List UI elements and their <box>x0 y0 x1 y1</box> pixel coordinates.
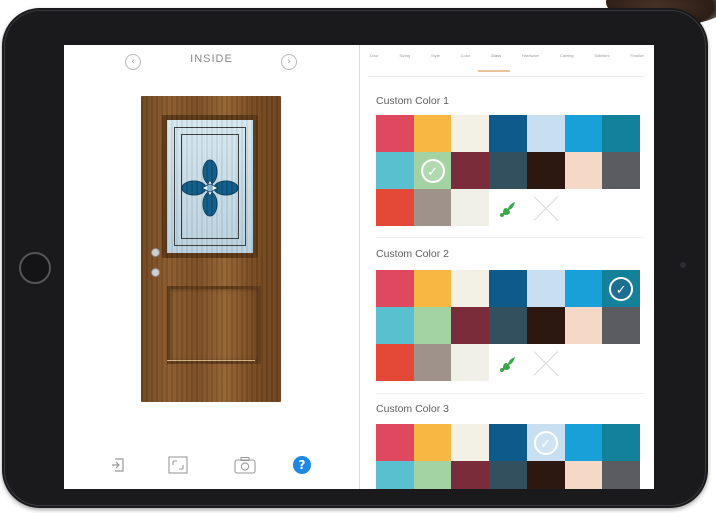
tab-finalize[interactable]: Finalize <box>630 53 644 67</box>
custom-paint-brush-icon[interactable] <box>489 189 527 226</box>
color-swatch[interactable] <box>602 152 640 189</box>
swatch-grid-custom-color-2: ✓ <box>376 270 640 381</box>
tab-hardware[interactable]: Hardware <box>522 53 539 67</box>
door-glass-frame <box>162 115 258 258</box>
no-color-swatch[interactable] <box>526 344 565 381</box>
color-swatch[interactable] <box>526 307 565 344</box>
color-swatch[interactable] <box>413 115 452 152</box>
color-swatch[interactable] <box>413 189 452 226</box>
color-swatch[interactable]: ✓ <box>602 270 640 307</box>
section-divider <box>376 393 644 394</box>
section-divider <box>376 237 644 238</box>
color-swatch[interactable] <box>489 461 527 489</box>
glass-lead-outer <box>174 127 246 246</box>
door-panel-molding <box>167 360 255 361</box>
color-swatch[interactable] <box>489 307 527 344</box>
color-swatch[interactable] <box>451 270 490 307</box>
tab-sizing[interactable]: Sizing <box>399 53 410 67</box>
color-swatch[interactable] <box>602 115 640 152</box>
tabs-divider <box>368 76 644 77</box>
exit-icon[interactable] <box>110 456 128 474</box>
door-lower-panel <box>167 286 261 364</box>
front-camera <box>680 262 686 268</box>
home-button[interactable] <box>19 252 51 284</box>
color-swatch[interactable] <box>451 424 490 461</box>
tab-glass[interactable]: Glass <box>491 53 501 67</box>
color-swatch[interactable] <box>564 270 603 307</box>
door-preview-panel: ‹ INSIDE › ? <box>64 45 359 489</box>
active-tab-indicator <box>478 70 510 72</box>
door-handle-lower <box>151 268 160 277</box>
color-swatch[interactable] <box>526 152 565 189</box>
color-swatch[interactable] <box>376 307 414 344</box>
color-swatch[interactable] <box>376 115 414 152</box>
selected-check-icon: ✓ <box>609 276 634 301</box>
color-swatch[interactable] <box>564 115 603 152</box>
color-swatch[interactable] <box>376 270 414 307</box>
color-swatch[interactable] <box>413 424 452 461</box>
chevron-right-icon[interactable]: › <box>281 54 297 70</box>
glass-lead-inner <box>181 134 239 239</box>
swatch-grid-custom-color-1: ✓ <box>376 115 640 226</box>
color-swatch[interactable] <box>413 307 452 344</box>
view-side-title: INSIDE <box>190 53 233 65</box>
color-swatch[interactable] <box>376 344 414 381</box>
color-swatch[interactable] <box>564 307 603 344</box>
color-swatch[interactable] <box>376 424 414 461</box>
color-swatch[interactable] <box>526 270 565 307</box>
color-swatch[interactable] <box>602 424 640 461</box>
app-screen: ‹ INSIDE › ? Door Sizing Style Color Gla… <box>64 45 654 489</box>
tab-door[interactable]: Door <box>370 53 379 67</box>
color-swatch[interactable] <box>526 115 565 152</box>
color-swatch[interactable] <box>489 270 527 307</box>
camera-icon[interactable] <box>234 456 256 474</box>
color-swatch[interactable] <box>413 344 452 381</box>
selected-check-icon: ✓ <box>533 430 558 455</box>
color-swatch[interactable] <box>451 152 490 189</box>
glass-flower-motif <box>181 159 239 217</box>
section-title-custom-color-3: Custom Color 3 <box>376 403 449 415</box>
door-image <box>141 96 281 402</box>
color-swatch[interactable] <box>413 461 452 489</box>
selected-check-icon: ✓ <box>420 158 445 183</box>
fullscreen-icon[interactable] <box>168 456 188 474</box>
door-handle-upper <box>151 248 160 257</box>
custom-paint-brush-icon[interactable] <box>489 344 527 381</box>
step-tabs: Door Sizing Style Color Glass Hardware Caming S… <box>370 53 644 67</box>
color-swatch[interactable] <box>451 461 490 489</box>
color-swatch[interactable] <box>413 270 452 307</box>
color-swatch[interactable] <box>602 461 640 489</box>
tab-style[interactable]: Style <box>431 53 440 67</box>
color-swatch[interactable] <box>451 115 490 152</box>
section-title-custom-color-2: Custom Color 2 <box>376 248 449 260</box>
tab-color[interactable]: Color <box>461 53 471 67</box>
decorative-glass <box>167 120 253 253</box>
color-swatch[interactable] <box>376 152 414 189</box>
color-swatch[interactable] <box>451 307 490 344</box>
color-swatch[interactable] <box>526 461 565 489</box>
help-icon[interactable]: ? <box>293 456 311 474</box>
color-swatch[interactable] <box>602 307 640 344</box>
color-swatch[interactable] <box>451 189 490 226</box>
tab-sidelites[interactable]: Sidelites <box>594 53 609 67</box>
section-title-custom-color-1: Custom Color 1 <box>376 95 449 107</box>
color-swatch[interactable] <box>489 115 527 152</box>
color-swatch[interactable] <box>564 461 603 489</box>
color-swatch[interactable]: ✓ <box>413 152 452 189</box>
color-swatch[interactable] <box>564 424 603 461</box>
swatch-grid-custom-color-3: ✓ <box>376 424 640 489</box>
color-swatch[interactable]: ✓ <box>526 424 565 461</box>
color-swatch[interactable] <box>451 344 490 381</box>
color-swatch[interactable] <box>564 152 603 189</box>
no-color-swatch[interactable] <box>526 189 565 226</box>
color-swatch[interactable] <box>376 461 414 489</box>
color-swatch[interactable] <box>489 424 527 461</box>
color-swatch[interactable] <box>489 152 527 189</box>
tab-caming[interactable]: Caming <box>560 53 574 67</box>
configurator-panel: Door Sizing Style Color Glass Hardware Caming S… <box>360 45 654 489</box>
color-swatch[interactable] <box>376 189 414 226</box>
tablet-device: ‹ INSIDE › ? Door Sizing Style Color Gla… <box>2 8 708 508</box>
